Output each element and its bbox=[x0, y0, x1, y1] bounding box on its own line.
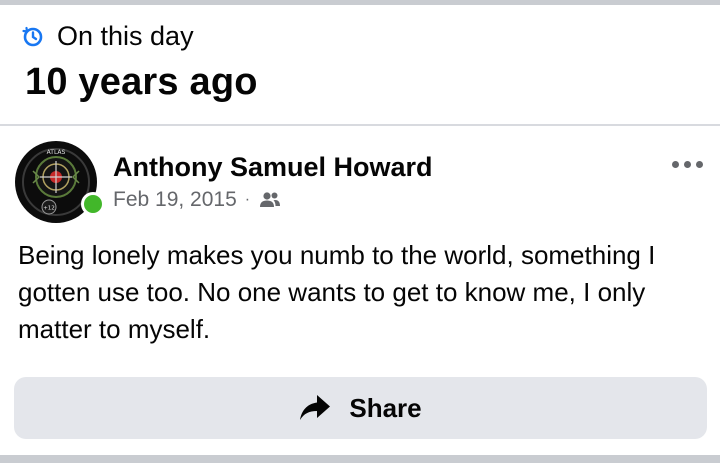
more-options-icon[interactable] bbox=[672, 156, 708, 172]
friends-icon[interactable] bbox=[259, 191, 281, 209]
memory-label: On this day bbox=[57, 21, 194, 51]
post-date[interactable]: Feb 19, 2015 bbox=[113, 188, 237, 212]
post-text: Being lonely makes you numb to the world… bbox=[18, 240, 656, 344]
memory-header: On this day 10 years ago bbox=[0, 5, 720, 124]
share-label: Share bbox=[349, 392, 422, 423]
svg-text:+12: +12 bbox=[43, 206, 55, 212]
bottom-divider-bar bbox=[0, 455, 720, 463]
svg-text:ATLAS: ATLAS bbox=[47, 149, 66, 156]
meta-separator: · bbox=[244, 191, 251, 208]
memory-title: 10 years ago bbox=[25, 61, 258, 103]
post-meta: Feb 19, 2015 · bbox=[113, 187, 281, 213]
share-button[interactable]: Share bbox=[14, 377, 707, 439]
memory-post: ATLAS +12 Anthony Samuel Howard Feb 19, … bbox=[0, 126, 720, 455]
memories-clock-icon bbox=[22, 26, 44, 48]
author-name[interactable]: Anthony Samuel Howard bbox=[113, 151, 433, 183]
online-status-indicator bbox=[81, 192, 105, 216]
share-arrow-icon bbox=[299, 393, 331, 423]
